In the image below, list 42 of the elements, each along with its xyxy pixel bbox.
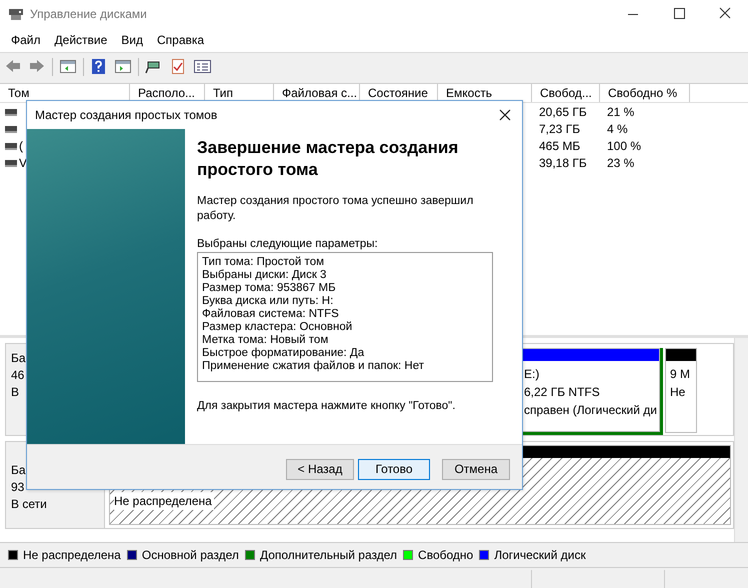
parameter-line: Метка тома: Новый том — [202, 334, 330, 347]
wizard-heading: Завершение мастера создания простого тома — [197, 137, 460, 181]
parameter-line: Размер тома: 953867 МБ — [202, 282, 337, 295]
disk-info-text: 93 — [11, 479, 26, 496]
table-cell-text: 7,23 ГБ — [538, 122, 582, 136]
parameter-line: Применение сжатия файлов и папок: Нет — [202, 360, 426, 373]
wizard-message: Мастер создания простого тома успешно завершил работу. — [197, 194, 474, 224]
legend-label: Свободно — [418, 548, 474, 562]
disk-info-text: В сети — [11, 496, 48, 513]
table-cell: V — [19, 156, 28, 170]
parameters-label: Выбраны следующие параметры: — [197, 237, 379, 252]
partition-text: 9 М — [670, 366, 692, 383]
window-title: Управление дисками — [30, 7, 148, 21]
parameter-line: Буква диска или путь: H: — [202, 295, 334, 308]
legend-label: Логический диск — [494, 548, 586, 562]
parameter-line: Файловая система: NTFS — [202, 308, 340, 321]
wizard-hint: Для закрытия мастера нажмите кнопку "Готово". — [197, 400, 456, 412]
table-cell-text: 4 % — [606, 122, 629, 136]
table-cell-text: 100 % — [606, 138, 642, 152]
table-cell-text: 465 МБ — [538, 138, 582, 152]
table-cell-text: 23 % — [606, 156, 636, 170]
table-cell-text: 20,65 ГБ — [538, 104, 588, 118]
partition-text: Не распределена — [114, 492, 214, 510]
parameter-line: Размер кластера: Основной — [202, 321, 354, 334]
legend-label: Дополнительный раздел — [260, 548, 398, 562]
parameter-line: Быстрое форматирование: Да — [202, 347, 366, 360]
partition-text: справен (Логический ди — [524, 402, 658, 419]
legend-label: Не распределена — [23, 548, 121, 562]
parameter-line: Выбраны диски: Диск 3 — [202, 269, 328, 282]
parameter-line: Тип тома: Простой том — [202, 256, 325, 269]
legend-label: Основной раздел — [142, 548, 239, 562]
partition-text: 6,22 ГБ NTFS — [524, 384, 601, 401]
partition-text: E:) — [524, 366, 540, 383]
partition-text: Не — [670, 384, 686, 401]
disk-info-text: 46 — [11, 367, 26, 384]
disk-info-text: Ба — [11, 350, 27, 367]
table-cell-text: 39,18 ГБ — [538, 156, 588, 170]
table-cell-text: 21 % — [606, 104, 636, 118]
disk-info-text: В — [11, 384, 20, 401]
dialog-title: Мастер создания простых томов — [35, 108, 218, 122]
table-cell: ( — [19, 138, 23, 152]
disk-info-text: Ба — [11, 462, 27, 479]
